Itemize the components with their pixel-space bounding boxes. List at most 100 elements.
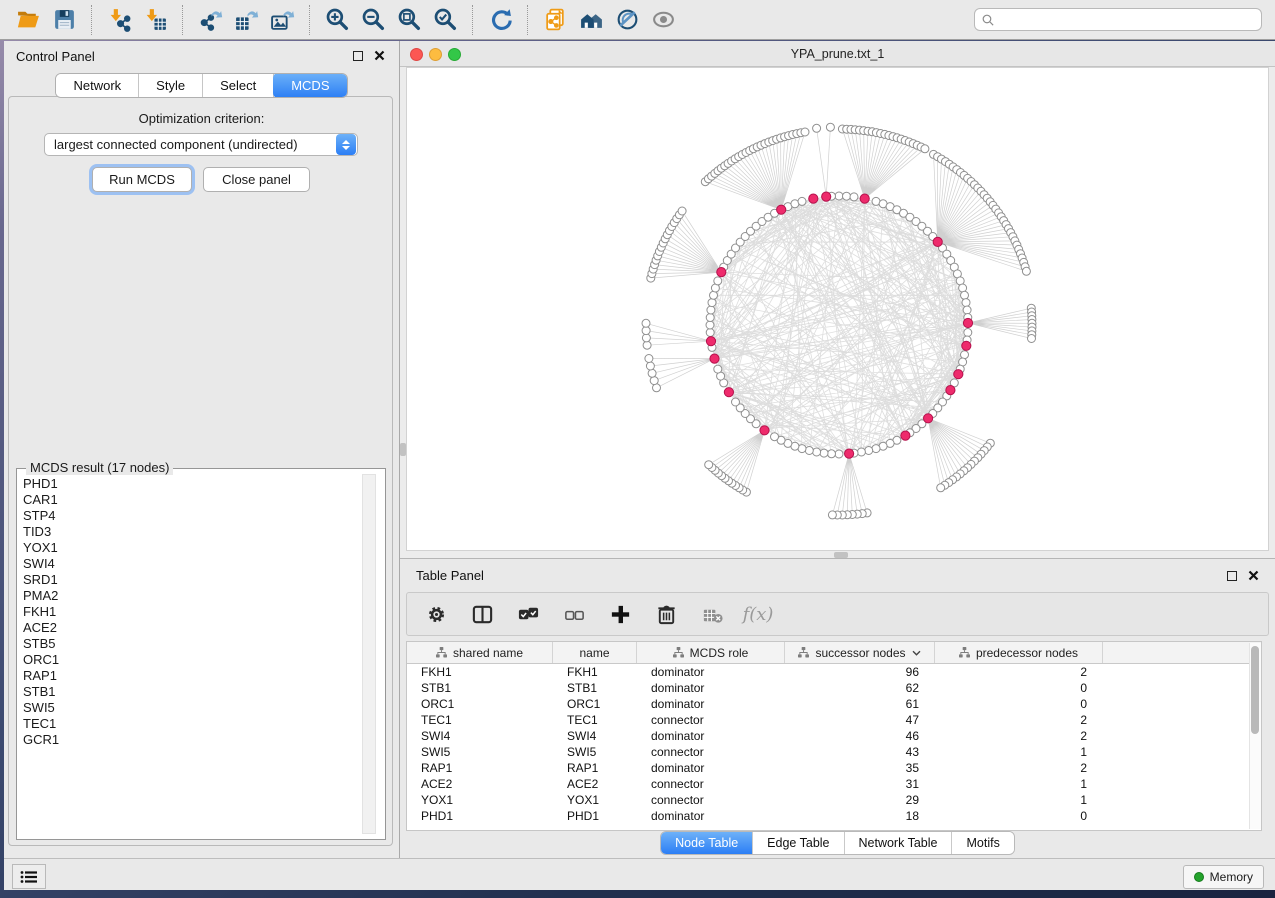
zoom-fit-content-button[interactable] [394,5,424,35]
tab-select[interactable]: Select [203,74,274,97]
mcds-result-item[interactable]: SWI4 [23,556,361,572]
open-file-button[interactable] [13,5,43,35]
mcds-result-item[interactable]: SRD1 [23,572,361,588]
graph-node[interactable] [813,448,821,456]
graph-node[interactable] [857,448,865,456]
mcds-result-item[interactable]: PHD1 [23,476,361,492]
memory-button[interactable]: Memory [1183,865,1264,889]
graph-hub-node[interactable] [710,354,719,363]
graph-node[interactable] [707,306,715,314]
graph-node[interactable] [828,450,836,458]
maximize-window-icon[interactable] [448,48,461,61]
graph-leaf-node[interactable] [1028,335,1036,343]
graph-hub-node[interactable] [760,426,769,435]
search-input[interactable] [999,12,1261,28]
graph-node[interactable] [710,291,718,299]
zoom-selected-button[interactable] [430,5,460,35]
graph-node[interactable] [959,284,967,292]
graph-leaf-node[interactable] [650,377,658,385]
table-row[interactable]: FKH1FKH1dominator962 [407,664,1261,680]
graph-hub-node[interactable] [946,386,955,395]
save-button[interactable] [49,5,79,35]
graph-leaf-node[interactable] [828,511,836,519]
mcds-result-item[interactable]: STB5 [23,636,361,652]
network-horizontal-scrollbar[interactable] [406,551,1269,558]
graph-node[interactable] [843,192,851,200]
minimize-window-icon[interactable] [429,48,442,61]
export-network-button[interactable] [195,5,225,35]
mcds-result-item[interactable]: RAP1 [23,668,361,684]
graph-leaf-node[interactable] [642,334,650,342]
graph-node[interactable] [872,445,880,453]
graph-node[interactable] [706,321,714,329]
table-row[interactable]: RAP1RAP1dominator352 [407,760,1261,776]
apply-layout-button[interactable] [485,5,515,35]
graph-node[interactable] [714,365,722,373]
graph-hub-node[interactable] [845,449,854,458]
export-table-button[interactable] [231,5,261,35]
graph-hub-node[interactable] [954,370,963,379]
mcds-result-item[interactable]: TEC1 [23,716,361,732]
graph-node[interactable] [963,306,971,314]
tab-edge-table[interactable]: Edge Table [753,832,844,854]
close-table-panel-icon[interactable] [1248,570,1259,581]
graph-node[interactable] [820,449,828,457]
float-table-panel-icon[interactable] [1227,571,1237,581]
graph-node[interactable] [714,277,722,285]
split-panel-button[interactable] [469,601,495,627]
graph-leaf-node[interactable] [921,145,929,153]
clone-network-button[interactable] [540,5,570,35]
graph-node[interactable] [961,291,969,299]
home-button[interactable] [576,5,606,35]
tab-network-table[interactable]: Network Table [845,832,953,854]
graph-leaf-node[interactable] [801,128,809,136]
tab-motifs[interactable]: Motifs [952,832,1013,854]
graph-node[interactable] [961,351,969,359]
mcds-result-item[interactable]: ACE2 [23,620,361,636]
table-row[interactable]: ORC1ORC1dominator610 [407,696,1261,712]
table-row[interactable]: ACE2ACE2connector311 [407,776,1261,792]
graph-hub-node[interactable] [777,205,786,214]
network-canvas[interactable] [406,67,1269,551]
tab-style[interactable]: Style [139,74,203,97]
deselect-all-button[interactable] [561,601,587,627]
graph-node[interactable] [706,314,714,322]
graph-leaf-node[interactable] [678,207,686,215]
close-panel-button[interactable]: Close panel [203,167,310,192]
graph-leaf-node[interactable] [1022,267,1030,275]
graph-leaf-node[interactable] [642,319,650,327]
table-row[interactable]: STB1STB1dominator620 [407,680,1261,696]
column-header-name[interactable]: name [553,642,637,663]
show-graphics-details-button[interactable] [648,5,678,35]
table-row[interactable]: TEC1TEC1connector472 [407,712,1261,728]
graph-node[interactable] [706,329,714,337]
table-vertical-scrollbar[interactable] [1249,643,1261,829]
graph-hub-node[interactable] [717,268,726,277]
graph-node[interactable] [850,193,858,201]
mcds-result-item[interactable]: TID3 [23,524,361,540]
graph-leaf-node[interactable] [646,362,654,370]
graph-hub-node[interactable] [963,318,972,327]
graph-node[interactable] [798,197,806,205]
graph-leaf-node[interactable] [645,355,653,363]
export-image-button[interactable] [267,5,297,35]
mcds-result-item[interactable]: STB1 [23,684,361,700]
zoom-in-button[interactable] [322,5,352,35]
column-header-successor-nodes[interactable]: successor nodes [785,642,935,663]
graph-leaf-node[interactable] [643,341,651,349]
mcds-result-item[interactable]: SWI5 [23,700,361,716]
tab-network[interactable]: Network [56,74,139,97]
graph-hub-node[interactable] [706,337,715,346]
mcds-result-item[interactable]: ORC1 [23,652,361,668]
float-panel-icon[interactable] [353,51,363,61]
graph-node[interactable] [835,450,843,458]
graph-hub-node[interactable] [962,341,971,350]
graph-node[interactable] [962,299,970,307]
table-row[interactable]: SWI4SWI4dominator462 [407,728,1261,744]
mcds-result-item[interactable]: PMA2 [23,588,361,604]
optimization-criterion-select[interactable]: largest connected component (undirected) [44,133,358,156]
graph-leaf-node[interactable] [813,124,821,132]
select-all-button[interactable] [515,601,541,627]
settings-button[interactable] [423,601,449,627]
graph-hub-node[interactable] [933,237,942,246]
